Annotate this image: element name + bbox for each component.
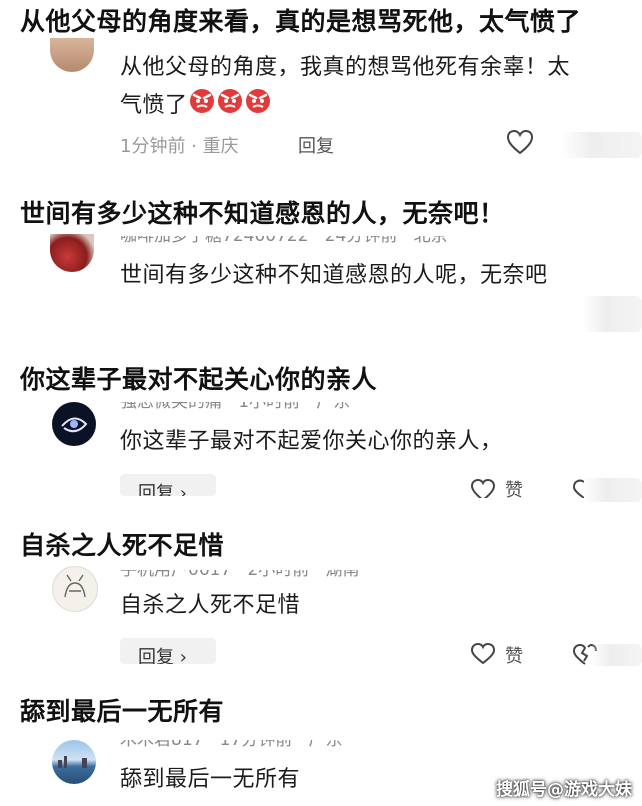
angry-emoji — [189, 87, 271, 115]
reply-button[interactable]: 回复 — [298, 132, 334, 158]
comment-body: 自杀之人死不足惜 — [120, 593, 301, 618]
blurred-area — [560, 132, 642, 158]
avatar[interactable] — [52, 740, 96, 784]
reply-button[interactable]: 回复 › — [120, 638, 216, 664]
comment-heading: 自杀之人死不足惜 — [20, 531, 225, 560]
reply-button[interactable]: 回复 › — [120, 474, 216, 496]
avatar[interactable] — [52, 402, 96, 446]
angry-emoji-group — [188, 86, 272, 126]
comment-body: 从他父母的角度，我真的想骂他死有余辜！太气愤了 — [120, 50, 580, 126]
comment-meta: 咖啡加多了糖72400722 · 24分钟前 · 北京 — [120, 236, 448, 245]
comment-meta: 强忍微笑的痛 · 1小时前 · 广东 — [120, 402, 350, 411]
avatar-image — [61, 417, 88, 433]
comment-meta: 1分钟前 · 重庆 — [120, 136, 239, 157]
comment-body: 舔到最后一无所有 — [120, 767, 301, 792]
blurred-area — [582, 296, 642, 332]
comment-heading: 从他父母的角度来看，真的是想骂死他，太气愤了 — [20, 7, 582, 36]
blurred-area — [590, 644, 642, 666]
comment-heading: 舔到最后一无所有 — [20, 697, 225, 726]
avatar-image — [58, 756, 87, 768]
comment-meta: 手机用户0617 · 2小时前 · 湖南 — [120, 570, 360, 579]
heart-icon[interactable] — [506, 129, 534, 155]
avatar[interactable] — [52, 566, 98, 612]
avatar-image — [64, 574, 86, 598]
comment-heading: 世间有多少这种不知道感恩的人，无奈吧！ — [20, 199, 505, 228]
watermark: 搜狐号@游戏大妹 — [496, 780, 632, 800]
like-label[interactable]: 赞 — [505, 642, 523, 668]
comment-body: 世间有多少这种不知道感恩的人呢，无奈吧 — [120, 263, 548, 288]
comment-body: 你这辈子最对不起爱你关心你的亲人， — [120, 429, 503, 454]
heart-icon[interactable] — [470, 478, 496, 498]
heart-icon[interactable] — [470, 642, 496, 664]
like-label[interactable]: 赞 — [505, 476, 523, 502]
blurred-area — [582, 478, 642, 502]
comment-heading: 你这辈子最对不起关心你的亲人 — [20, 365, 378, 394]
comment-meta: 木木君817 · 17分钟前 · 广东 — [120, 740, 343, 749]
avatar[interactable] — [50, 234, 94, 272]
avatar[interactable] — [50, 38, 94, 72]
